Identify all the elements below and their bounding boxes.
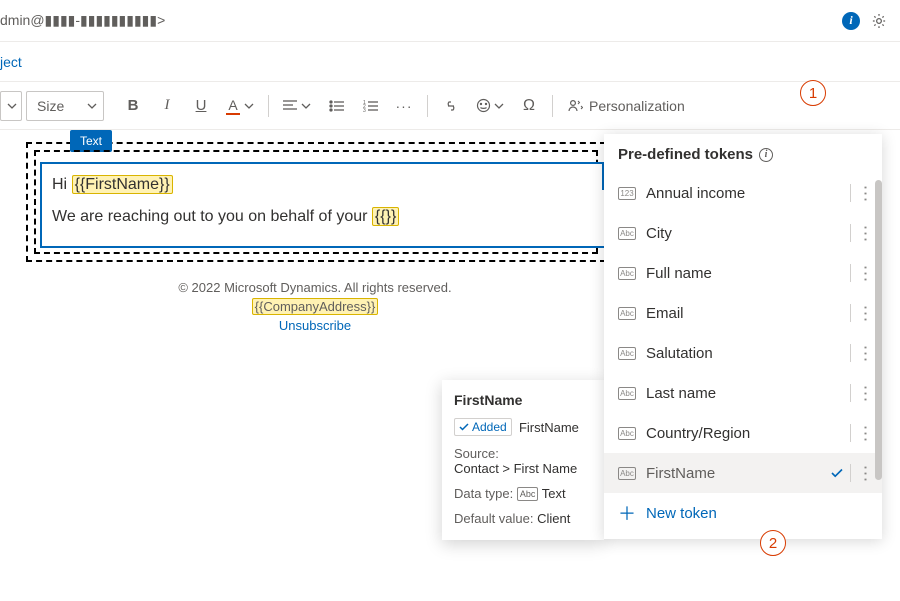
- tooltip-added-value: FirstName: [519, 420, 579, 435]
- token-item-full-name[interactable]: Abc Full name ⋯: [604, 253, 882, 293]
- tooltip-source-value: Contact > First Name: [454, 461, 577, 476]
- token-item-annual-income[interactable]: 123 Annual income ⋯: [604, 173, 882, 213]
- separator: [427, 95, 428, 117]
- token-label: Annual income: [646, 185, 840, 202]
- abc-icon: Abc: [517, 487, 539, 501]
- token-label: City: [646, 225, 840, 242]
- email-body-area: Text Hi {{FirstName}} We are reaching ou…: [0, 130, 900, 142]
- text-icon: Abc: [618, 227, 636, 240]
- tooltip-title: FirstName: [454, 392, 592, 408]
- scrollbar-thumb[interactable]: [875, 180, 882, 480]
- separator: [552, 95, 553, 117]
- font-size-dropdown[interactable]: Size: [26, 91, 104, 121]
- subject-input[interactable]: ject: [0, 54, 22, 70]
- text-icon: Abc: [618, 307, 636, 320]
- font-color-button[interactable]: A: [220, 91, 260, 121]
- underline-button[interactable]: U: [186, 91, 216, 121]
- svg-text:3: 3: [363, 108, 366, 112]
- text-block[interactable]: Text Hi {{FirstName}} We are reaching ou…: [26, 142, 606, 262]
- tooltip-default-label: Default value:: [454, 511, 534, 526]
- bold-button[interactable]: B: [118, 91, 148, 121]
- new-token-label: New token: [646, 505, 717, 522]
- token-label: Last name: [646, 385, 840, 402]
- token-label: Country/Region: [646, 425, 840, 442]
- token-firstname[interactable]: {{FirstName}}: [72, 175, 173, 194]
- text-icon: Abc: [618, 347, 636, 360]
- editor-text: Hi: [52, 176, 72, 193]
- personalization-label: Personalization: [589, 98, 685, 114]
- subject-row[interactable]: ject: [0, 42, 900, 82]
- token-panel-title: Pre-defined tokens i: [604, 134, 882, 173]
- more-formatting-button[interactable]: ···: [389, 91, 419, 121]
- tooltip-default-value: Client: [537, 511, 570, 526]
- token-label: FirstName: [646, 465, 820, 482]
- from-email: dmin@▮▮▮▮-▮▮▮▮▮▮▮▮▮▮>: [0, 12, 165, 29]
- added-badge: Added: [454, 418, 512, 436]
- token-company-address[interactable]: {{CompanyAddress}}: [252, 298, 379, 315]
- token-item-city[interactable]: Abc City ⋯: [604, 213, 882, 253]
- unsubscribe-link[interactable]: Unsubscribe: [279, 318, 351, 333]
- text-icon: Abc: [618, 427, 636, 440]
- token-label: Full name: [646, 265, 840, 282]
- editor-toolbar: Size B I U A 123 ··· Ω: [0, 82, 900, 130]
- link-button[interactable]: [436, 91, 466, 121]
- more-icon[interactable]: ⋯: [863, 465, 869, 482]
- tooltip-source-label: Source:: [454, 446, 499, 461]
- bullet-list-button[interactable]: [321, 91, 351, 121]
- info-outline-icon[interactable]: i: [759, 148, 773, 162]
- editor-text: We are reaching out to you on behalf of …: [52, 208, 372, 225]
- email-footer: © 2022 Microsoft Dynamics. All rights re…: [0, 280, 630, 333]
- block-type-chip: Text: [70, 130, 112, 152]
- special-char-button[interactable]: Ω: [514, 91, 544, 121]
- token-item-email[interactable]: Abc Email ⋯: [604, 293, 882, 333]
- new-token-button[interactable]: ＋ New token: [604, 493, 882, 533]
- more-icon[interactable]: ⋯: [863, 265, 869, 282]
- more-icon[interactable]: ⋯: [863, 185, 869, 202]
- text-icon: Abc: [618, 267, 636, 280]
- text-icon: Abc: [618, 387, 636, 400]
- token-tooltip: FirstName Added FirstName Source: Contac…: [442, 380, 604, 540]
- align-button[interactable]: [277, 91, 317, 121]
- more-icon[interactable]: ⋯: [863, 305, 869, 322]
- from-bar: dmin@▮▮▮▮-▮▮▮▮▮▮▮▮▮▮> i: [0, 0, 900, 42]
- more-icon[interactable]: ⋯: [863, 385, 869, 402]
- info-icon[interactable]: i: [842, 12, 860, 30]
- copyright-text: © 2022 Microsoft Dynamics. All rights re…: [0, 280, 630, 295]
- more-icon[interactable]: ⋯: [863, 425, 869, 442]
- tooltip-datatype-label: Data type:: [454, 486, 513, 501]
- text-icon: Abc: [618, 467, 636, 480]
- numbered-list-button[interactable]: 123: [355, 91, 385, 121]
- number-icon: 123: [618, 187, 636, 200]
- emoji-button[interactable]: [470, 91, 510, 121]
- token-panel: Pre-defined tokens i 123 Annual income ⋯…: [604, 134, 882, 539]
- tooltip-datatype-value: Text: [542, 486, 566, 501]
- gear-icon[interactable]: [870, 12, 888, 30]
- personalization-button[interactable]: Personalization: [561, 91, 691, 121]
- token-empty[interactable]: {{}}: [372, 207, 399, 226]
- check-icon: [830, 466, 844, 480]
- token-label: Salutation: [646, 345, 840, 362]
- token-item-salutation[interactable]: Abc Salutation ⋯: [604, 333, 882, 373]
- more-icon[interactable]: ⋯: [863, 345, 869, 362]
- token-label: Email: [646, 305, 840, 322]
- font-size-label: Size: [37, 98, 64, 114]
- scrollbar[interactable]: [875, 180, 882, 540]
- text-editor[interactable]: Hi {{FirstName}} We are reaching out to …: [40, 162, 604, 248]
- token-item-country-region[interactable]: Abc Country/Region ⋯: [604, 413, 882, 453]
- font-family-dropdown[interactable]: [0, 91, 22, 121]
- token-item-firstname[interactable]: Abc FirstName ⋯: [604, 453, 882, 493]
- token-item-last-name[interactable]: Abc Last name ⋯: [604, 373, 882, 413]
- more-icon[interactable]: ⋯: [863, 225, 869, 242]
- italic-button[interactable]: I: [152, 91, 182, 121]
- plus-icon: ＋: [618, 500, 636, 526]
- separator: [268, 95, 269, 117]
